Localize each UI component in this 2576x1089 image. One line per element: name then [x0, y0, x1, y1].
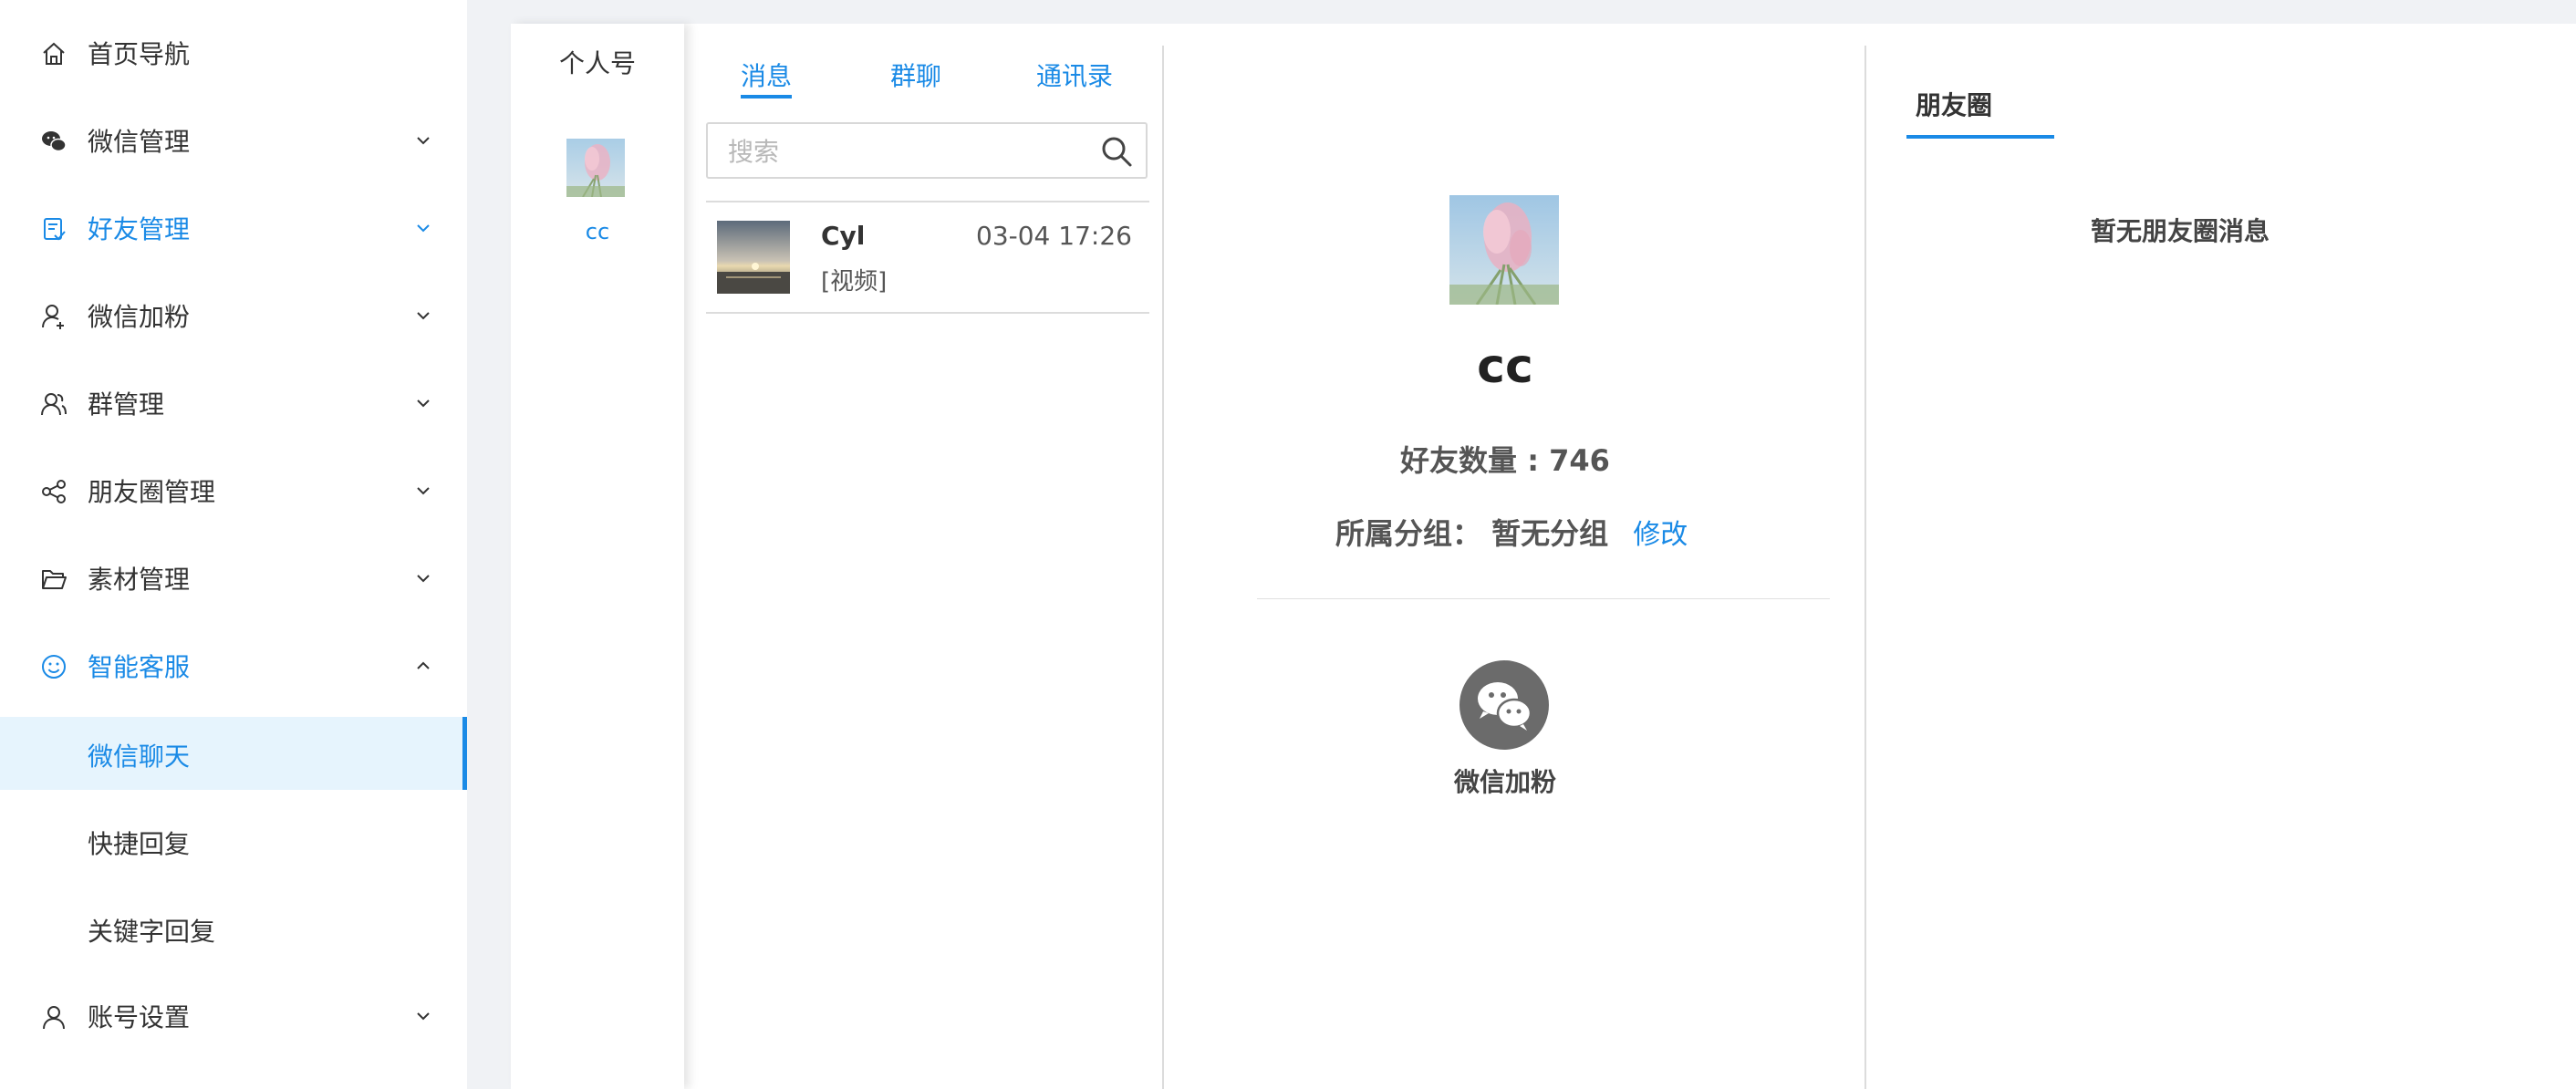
sidebar-item-home[interactable]: 首页导航 [0, 16, 467, 89]
tab-messages[interactable]: 消息 [741, 57, 792, 93]
account-column: 个人号 cc [511, 24, 684, 1089]
account-avatar[interactable] [566, 139, 625, 197]
group-icon [41, 393, 67, 416]
chevron-down-icon [417, 224, 430, 233]
group-value: 暂无分组 [1491, 516, 1609, 551]
sidebar-item-smart-service[interactable]: 智能客服 [0, 629, 467, 702]
folder-icon [42, 570, 67, 589]
group-row: 所属分组： 暂无分组 修改 [1335, 511, 1688, 553]
profile-name: cc [1477, 339, 1533, 394]
sidebar-item-label: 好友管理 [88, 214, 191, 244]
sidebar-item-label: 群管理 [88, 389, 165, 420]
chevron-up-icon [417, 661, 430, 669]
column-divider [1864, 46, 1866, 1089]
moments-empty-state: 暂无朋友圈消息 [2090, 216, 2270, 246]
sidebar-item-label: 素材管理 [88, 565, 191, 595]
chevron-down-icon [417, 1012, 430, 1021]
sidebar-item-label: 朋友圈管理 [88, 477, 216, 507]
account-name[interactable]: cc [511, 219, 684, 244]
account-column-title: 个人号 [558, 48, 636, 78]
sidebar-item-label: 首页导航 [88, 39, 191, 69]
sidebar-sub-item-keyword-reply[interactable]: 关键字回复 [0, 892, 467, 965]
profile-avatar [1449, 195, 1559, 305]
chat-contact-name: Cyl [821, 221, 866, 251]
selected-indicator [462, 717, 467, 790]
contacts-icon [44, 218, 66, 241]
sidebar-item-add-fans[interactable]: 微信加粉 [0, 279, 467, 352]
chevron-down-icon [417, 137, 430, 145]
wechat-icon [42, 131, 67, 152]
sidebar-item-groups[interactable]: 群管理 [0, 367, 467, 440]
search-box [706, 122, 1148, 179]
share-icon [42, 480, 66, 503]
add-user-icon [42, 305, 64, 329]
chat-list-item[interactable]: Cyl 03-04 17:26 [视频] [706, 202, 1149, 310]
chevron-down-icon [417, 487, 430, 495]
divider [1257, 598, 1830, 599]
chevron-down-icon [417, 575, 430, 583]
sidebar-item-label: 账号设置 [88, 1002, 191, 1032]
divider [706, 312, 1149, 314]
sidebar-item-moments[interactable]: 朋友圈管理 [0, 454, 467, 527]
edit-group-link[interactable]: 修改 [1633, 519, 1688, 551]
sidebar-sub-item-label: 微信聊天 [88, 742, 191, 772]
tab-moments[interactable]: 朋友圈 [1916, 86, 1992, 122]
chevron-down-icon [417, 312, 430, 320]
home-icon [43, 42, 65, 65]
sidebar-item-wechat[interactable]: 微信管理 [0, 104, 467, 177]
chat-workspace: 个人号 cc 消息 群聊 通讯录 Cyl 03-04 17:26 [视频] [511, 24, 2576, 1089]
search-icon[interactable] [1100, 135, 1133, 168]
sidebar-sub-item-quick-reply[interactable]: 快捷回复 [0, 804, 467, 877]
user-icon [43, 1006, 65, 1030]
chat-avatar [717, 221, 790, 294]
sidebar-sub-item-label: 快捷回复 [88, 829, 191, 859]
tab-contacts[interactable]: 通讯录 [1036, 57, 1113, 93]
active-tab-indicator [741, 95, 792, 99]
tab-group-chats[interactable]: 群聊 [890, 57, 941, 93]
sidebar-item-materials[interactable]: 素材管理 [0, 542, 467, 615]
sidebar-item-account-settings[interactable]: 账号设置 [0, 980, 467, 1053]
search-input[interactable] [726, 124, 1076, 179]
add-fans-action-label[interactable]: 微信加粉 [1368, 762, 1642, 799]
sidebar: 首页导航 微信管理 好友管理 微信加粉 群管理 朋友圈管理 素材管理 智能客服 … [0, 0, 467, 1089]
sidebar-item-label: 微信管理 [88, 127, 191, 157]
sidebar-item-friends[interactable]: 好友管理 [0, 192, 467, 264]
friend-count: 好友数量 : 746 [1400, 443, 1610, 478]
smile-icon [42, 655, 66, 679]
chat-last-message: [视频] [821, 268, 888, 296]
chat-timestamp: 03-04 17:26 [976, 221, 1132, 251]
sidebar-sub-item-wechat-chat[interactable]: 微信聊天 [0, 717, 467, 790]
sidebar-sub-item-label: 关键字回复 [88, 917, 216, 947]
chevron-down-icon [417, 399, 430, 408]
active-tab-indicator [1906, 135, 2054, 139]
sidebar-item-label: 智能客服 [88, 652, 191, 682]
group-label: 所属分组： [1335, 516, 1482, 551]
sidebar-item-label: 微信加粉 [88, 302, 191, 332]
column-divider [1162, 46, 1164, 1089]
wechat-icon[interactable] [1459, 660, 1549, 750]
